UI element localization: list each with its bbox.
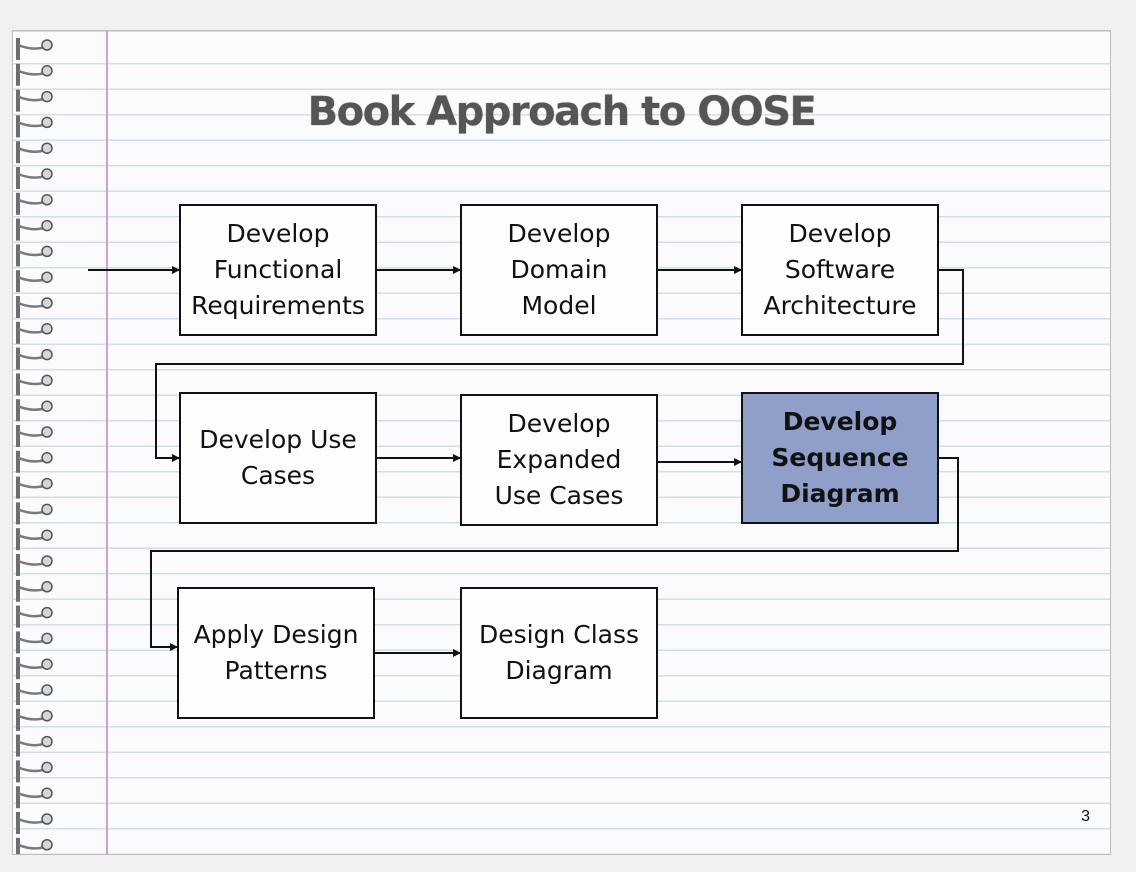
box-develop-software-architecture: Develop Software Architecture bbox=[741, 204, 939, 336]
box-develop-domain-model: Develop Domain Model bbox=[460, 204, 658, 336]
box-apply-design-patterns: Apply Design Patterns bbox=[177, 587, 375, 719]
box-develop-expanded-use-cases: Develop Expanded Use Cases bbox=[460, 394, 658, 526]
box-develop-use-cases: Develop Use Cases bbox=[179, 392, 377, 524]
box-develop-sequence-diagram: Develop Sequence Diagram bbox=[741, 392, 939, 524]
page-number: 3 bbox=[1081, 808, 1090, 825]
box-design-class-diagram: Design Class Diagram bbox=[460, 587, 658, 719]
box-develop-functional-requirements: Develop Functional Requirements bbox=[179, 204, 377, 336]
slide: Book Approach to OOSE Develop Functional… bbox=[12, 30, 1111, 855]
